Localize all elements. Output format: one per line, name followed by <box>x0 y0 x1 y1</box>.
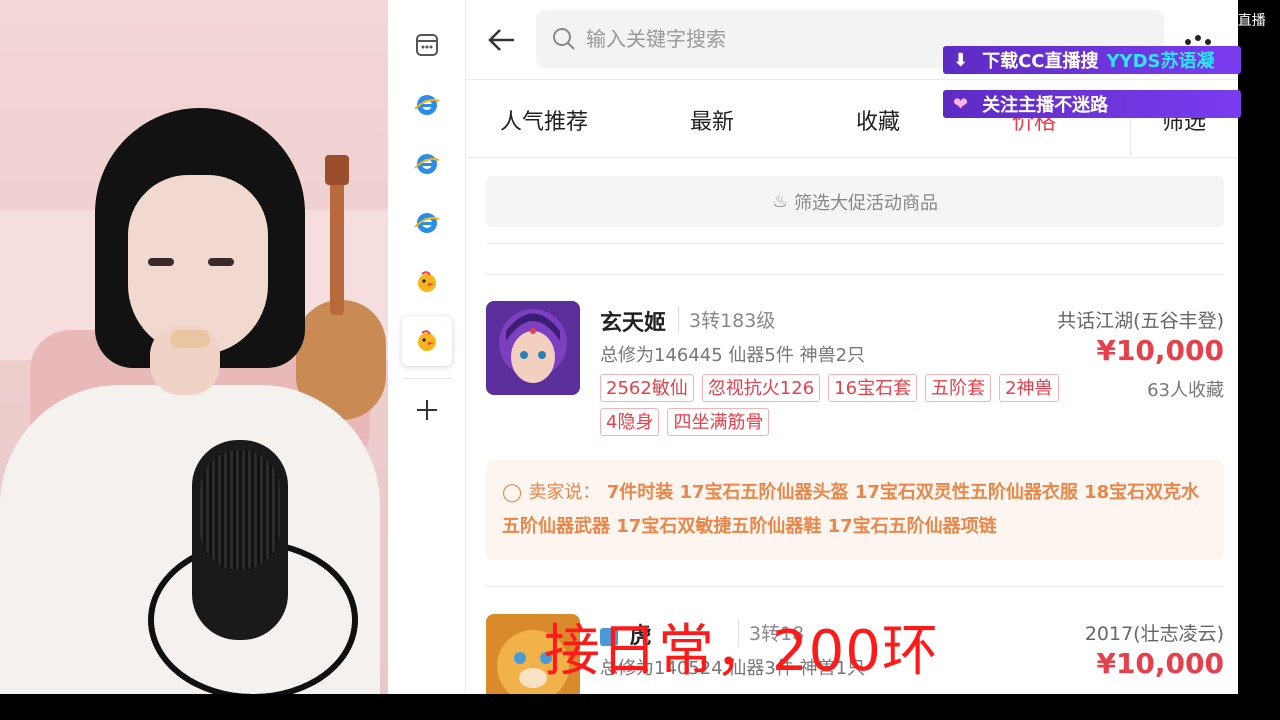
back-button[interactable] <box>484 22 520 58</box>
listing-favorites: 63人收藏 <box>1147 380 1224 401</box>
tab-favorites[interactable]: 收藏 <box>856 104 900 136</box>
chick-icon <box>418 271 436 292</box>
listing-tag: 五阶套 <box>925 374 992 402</box>
browser-e-icon <box>414 95 440 115</box>
search-icon <box>553 28 575 50</box>
listing-tag: 四坐满筋骨 <box>667 408 770 436</box>
download-banner: ⬇ 下载CC直播搜 YYDS苏语凝 <box>943 46 1241 74</box>
rail-add-button[interactable] <box>402 385 452 435</box>
listing-server: 2017(壮志凌云) <box>1084 623 1224 645</box>
follow-banner-text: 关注主播不迷路 <box>982 95 1109 116</box>
section-divider <box>486 586 1224 587</box>
listing-price: ¥10,000 <box>1096 334 1224 367</box>
listing-name: 玄天姬 <box>600 311 667 336</box>
plus-icon <box>417 400 437 420</box>
seller-note-label: 卖家说： <box>528 482 601 503</box>
rail-app-button-3[interactable] <box>402 198 452 248</box>
flame-icon: ♨ <box>771 191 789 212</box>
webcam-video <box>0 0 388 694</box>
stream-caption: 接日常，200环 <box>544 619 939 684</box>
tab-newest[interactable]: 最新 <box>690 104 734 136</box>
download-icon: ⬇ <box>953 49 969 71</box>
comment-icon: ◯ <box>502 482 523 503</box>
listing-tag: 2神兽 <box>999 374 1059 402</box>
seller-note-body: 7件时装 17宝石五阶仙器头盔 17宝石双灵性五阶仙器衣服 18宝石双克水五阶仙… <box>502 482 1200 537</box>
section-divider <box>486 243 1224 244</box>
download-banner-text: 下载CC直播搜 <box>982 51 1099 72</box>
section-divider <box>486 274 1224 275</box>
listing-tag: 2562敏仙 <box>600 374 694 402</box>
follow-banner: ❤ 关注主播不迷路 <box>943 90 1241 118</box>
bottom-edge <box>0 694 1280 720</box>
cc-live-badge: C直播 <box>1228 13 1266 29</box>
right-edge <box>1238 0 1280 694</box>
promo-filter-label: 筛选大促活动商品 <box>794 192 939 214</box>
listing-price: ¥10,000 <box>1096 647 1224 680</box>
arrow-left-icon <box>488 29 514 51</box>
browser-e-icon <box>414 154 440 174</box>
rail-app-button-1[interactable] <box>402 80 452 130</box>
listing-server: 共话江湖(五谷丰登) <box>1057 310 1224 332</box>
streamer-eye-right <box>208 258 234 266</box>
microphone-grille <box>200 450 280 570</box>
listing-level: 3转183级 <box>678 306 775 333</box>
seller-note: ◯ 卖家说： 7件时装 17宝石五阶仙器头盔 17宝石双灵性五阶仙器衣服 18宝… <box>486 460 1224 560</box>
chat-icon <box>416 34 438 56</box>
chick-icon <box>418 330 436 351</box>
guitar-head <box>325 155 349 185</box>
heart-icon: ❤ <box>953 93 969 115</box>
food-item <box>170 330 210 348</box>
character-avatar <box>486 301 580 395</box>
rail-divider <box>402 378 452 379</box>
rail-chat-button[interactable] <box>402 20 452 70</box>
listing-tag: 忽视抗火126 <box>701 374 821 402</box>
seller-note-text: ◯ 卖家说： 7件时装 17宝石五阶仙器头盔 17宝石双灵性五阶仙器衣服 18宝… <box>502 476 1208 544</box>
rail-app-button-2[interactable] <box>402 139 452 189</box>
rail-game-button-2[interactable] <box>402 316 452 366</box>
promo-filter-button[interactable]: ♨ 筛选大促活动商品 <box>486 176 1224 227</box>
listing-tag: 4隐身 <box>600 408 660 436</box>
tab-popular[interactable]: 人气推荐 <box>500 104 588 136</box>
listing-tags-row2: 4隐身 四坐满筋骨 <box>600 408 770 436</box>
streamer-eye-left <box>148 258 174 266</box>
download-banner-highlight: YYDS苏语凝 <box>1106 51 1215 72</box>
rail-game-button-1[interactable] <box>402 257 452 307</box>
listing-tags: 2562敏仙 忽视抗火126 16宝石套 五阶套 2神兽 <box>600 374 1059 402</box>
browser-e-icon <box>414 213 440 233</box>
listing-tag: 16宝石套 <box>828 374 918 402</box>
listing-summary: 总修为146445 仙器5件 神兽2只 <box>600 345 866 366</box>
side-rail <box>388 0 466 694</box>
